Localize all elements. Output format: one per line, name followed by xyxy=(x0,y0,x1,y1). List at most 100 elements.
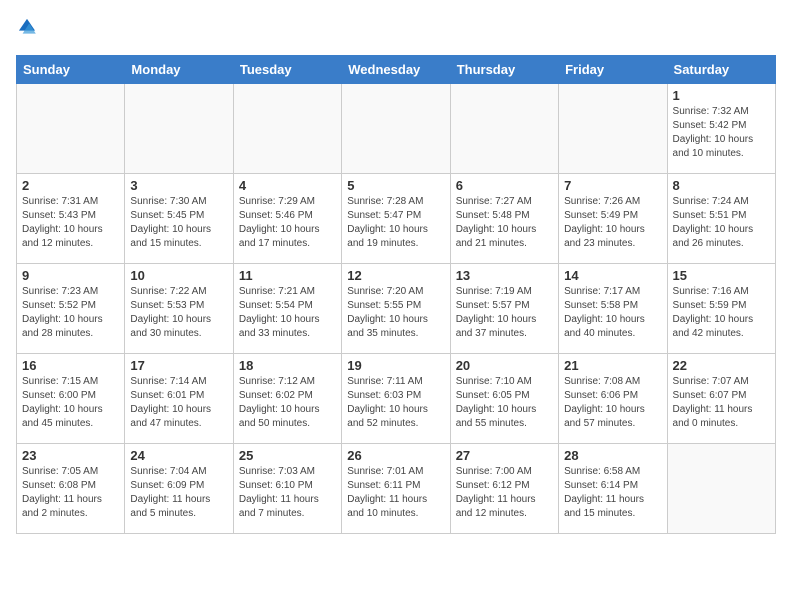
calendar-week-1: 2 Sunrise: 7:31 AM Sunset: 5:43 PM Daylig… xyxy=(17,174,776,264)
calendar-cell: 16 Sunrise: 7:15 AM Sunset: 6:00 PM Dayli… xyxy=(17,354,125,444)
calendar-cell: 13Sunrise: 7:19 AM Sunset: 5:57 PM Dayli… xyxy=(450,264,558,354)
calendar-cell: 4 Sunrise: 7:29 AM Sunset: 5:46 PM Daylig… xyxy=(233,174,341,264)
day-number: 26 xyxy=(347,448,444,463)
calendar-header-row: SundayMondayTuesdayWednesdayThursdayFrid… xyxy=(17,56,776,84)
calendar-cell: 14 Sunrise: 7:17 AM Sunset: 5:58 PM Dayli… xyxy=(559,264,667,354)
calendar-cell xyxy=(559,84,667,174)
calendar-cell: 12 Sunrise: 7:20 AM Sunset: 5:55 PM Dayli… xyxy=(342,264,450,354)
day-number: 3 xyxy=(130,178,227,193)
calendar-header-saturday: Saturday xyxy=(667,56,775,84)
day-info: Sunrise: 7:08 AM Sunset: 6:06 PM Dayligh… xyxy=(564,375,661,431)
calendar-cell: 9 Sunrise: 7:23 AM Sunset: 5:52 PM Daylig… xyxy=(17,264,125,354)
day-number: 20 xyxy=(456,358,553,373)
calendar-cell: 7 Sunrise: 7:26 AM Sunset: 5:49 PM Daylig… xyxy=(559,174,667,264)
calendar-cell xyxy=(450,84,558,174)
day-number: 25 xyxy=(239,448,336,463)
day-number: 19 xyxy=(347,358,444,373)
calendar-cell: 3Sunrise: 7:30 AM Sunset: 5:45 PM Daylig… xyxy=(125,174,233,264)
day-number: 14 xyxy=(564,268,661,283)
calendar-cell: 8 Sunrise: 7:24 AM Sunset: 5:51 PM Daylig… xyxy=(667,174,775,264)
day-info: Sunrise: 7:07 AM Sunset: 6:07 PM Dayligh… xyxy=(673,375,770,431)
day-number: 21 xyxy=(564,358,661,373)
calendar-cell: 15 Sunrise: 7:16 AM Sunset: 5:59 PM Dayli… xyxy=(667,264,775,354)
day-number: 1 xyxy=(673,88,770,103)
day-number: 12 xyxy=(347,268,444,283)
calendar-cell: 5 Sunrise: 7:28 AM Sunset: 5:47 PM Daylig… xyxy=(342,174,450,264)
day-info: Sunrise: 7:23 AM Sunset: 5:52 PM Dayligh… xyxy=(22,285,119,341)
day-number: 17 xyxy=(130,358,227,373)
day-number: 24 xyxy=(130,448,227,463)
day-info: Sunrise: 7:19 AM Sunset: 5:57 PM Dayligh… xyxy=(456,285,553,341)
day-info: Sunrise: 7:29 AM Sunset: 5:46 PM Dayligh… xyxy=(239,195,336,251)
day-info: Sunrise: 7:20 AM Sunset: 5:55 PM Dayligh… xyxy=(347,285,444,341)
day-info: Sunrise: 6:58 AM Sunset: 6:14 PM Dayligh… xyxy=(564,465,661,521)
day-info: Sunrise: 7:05 AM Sunset: 6:08 PM Dayligh… xyxy=(22,465,119,521)
day-number: 2 xyxy=(22,178,119,193)
calendar-header-monday: Monday xyxy=(125,56,233,84)
day-number: 4 xyxy=(239,178,336,193)
day-info: Sunrise: 7:17 AM Sunset: 5:58 PM Dayligh… xyxy=(564,285,661,341)
day-number: 9 xyxy=(22,268,119,283)
day-info: Sunrise: 7:21 AM Sunset: 5:54 PM Dayligh… xyxy=(239,285,336,341)
calendar-header-wednesday: Wednesday xyxy=(342,56,450,84)
day-info: Sunrise: 7:10 AM Sunset: 6:05 PM Dayligh… xyxy=(456,375,553,431)
calendar-cell: 22 Sunrise: 7:07 AM Sunset: 6:07 PM Dayli… xyxy=(667,354,775,444)
calendar-cell: 17 Sunrise: 7:14 AM Sunset: 6:01 PM Dayli… xyxy=(125,354,233,444)
day-info: Sunrise: 7:22 AM Sunset: 5:53 PM Dayligh… xyxy=(130,285,227,341)
calendar-week-2: 9 Sunrise: 7:23 AM Sunset: 5:52 PM Daylig… xyxy=(17,264,776,354)
day-number: 6 xyxy=(456,178,553,193)
day-info: Sunrise: 7:14 AM Sunset: 6:01 PM Dayligh… xyxy=(130,375,227,431)
day-number: 8 xyxy=(673,178,770,193)
calendar-cell: 11 Sunrise: 7:21 AM Sunset: 5:54 PM Dayli… xyxy=(233,264,341,354)
day-info: Sunrise: 7:27 AM Sunset: 5:48 PM Dayligh… xyxy=(456,195,553,251)
logo-icon xyxy=(16,16,38,38)
day-number: 27 xyxy=(456,448,553,463)
calendar-cell: 25 Sunrise: 7:03 AM Sunset: 6:10 PM Dayli… xyxy=(233,444,341,534)
day-info: Sunrise: 7:15 AM Sunset: 6:00 PM Dayligh… xyxy=(22,375,119,431)
calendar-cell: 27 Sunrise: 7:00 AM Sunset: 6:12 PM Dayli… xyxy=(450,444,558,534)
day-info: Sunrise: 7:26 AM Sunset: 5:49 PM Dayligh… xyxy=(564,195,661,251)
calendar-header-friday: Friday xyxy=(559,56,667,84)
calendar-cell xyxy=(233,84,341,174)
day-number: 23 xyxy=(22,448,119,463)
day-number: 7 xyxy=(564,178,661,193)
day-number: 5 xyxy=(347,178,444,193)
calendar-cell: 23 Sunrise: 7:05 AM Sunset: 6:08 PM Dayli… xyxy=(17,444,125,534)
day-info: Sunrise: 7:32 AM Sunset: 5:42 PM Dayligh… xyxy=(673,105,770,161)
day-number: 16 xyxy=(22,358,119,373)
day-number: 11 xyxy=(239,268,336,283)
day-info: Sunrise: 7:00 AM Sunset: 6:12 PM Dayligh… xyxy=(456,465,553,521)
day-info: Sunrise: 7:01 AM Sunset: 6:11 PM Dayligh… xyxy=(347,465,444,521)
calendar-cell: 19 Sunrise: 7:11 AM Sunset: 6:03 PM Dayli… xyxy=(342,354,450,444)
calendar-header-sunday: Sunday xyxy=(17,56,125,84)
day-info: Sunrise: 7:31 AM Sunset: 5:43 PM Dayligh… xyxy=(22,195,119,251)
day-info: Sunrise: 7:03 AM Sunset: 6:10 PM Dayligh… xyxy=(239,465,336,521)
calendar-week-0: 1 Sunrise: 7:32 AM Sunset: 5:42 PM Daylig… xyxy=(17,84,776,174)
calendar-cell: 10 Sunrise: 7:22 AM Sunset: 5:53 PM Dayli… xyxy=(125,264,233,354)
day-number: 22 xyxy=(673,358,770,373)
day-info: Sunrise: 7:12 AM Sunset: 6:02 PM Dayligh… xyxy=(239,375,336,431)
calendar-cell: 18 Sunrise: 7:12 AM Sunset: 6:02 PM Dayli… xyxy=(233,354,341,444)
day-info: Sunrise: 7:11 AM Sunset: 6:03 PM Dayligh… xyxy=(347,375,444,431)
calendar-week-4: 23 Sunrise: 7:05 AM Sunset: 6:08 PM Dayli… xyxy=(17,444,776,534)
calendar-cell xyxy=(125,84,233,174)
calendar-cell: 28 Sunrise: 6:58 AM Sunset: 6:14 PM Dayli… xyxy=(559,444,667,534)
day-info: Sunrise: 7:24 AM Sunset: 5:51 PM Dayligh… xyxy=(673,195,770,251)
page-header xyxy=(16,16,776,43)
logo xyxy=(16,16,40,43)
calendar-header-tuesday: Tuesday xyxy=(233,56,341,84)
calendar-table: SundayMondayTuesdayWednesdayThursdayFrid… xyxy=(16,55,776,534)
day-number: 18 xyxy=(239,358,336,373)
day-info: Sunrise: 7:16 AM Sunset: 5:59 PM Dayligh… xyxy=(673,285,770,341)
calendar-cell xyxy=(667,444,775,534)
day-number: 10 xyxy=(130,268,227,283)
calendar-cell xyxy=(342,84,450,174)
calendar-cell: 1 Sunrise: 7:32 AM Sunset: 5:42 PM Daylig… xyxy=(667,84,775,174)
day-number: 28 xyxy=(564,448,661,463)
day-number: 15 xyxy=(673,268,770,283)
calendar-cell: 26 Sunrise: 7:01 AM Sunset: 6:11 PM Dayli… xyxy=(342,444,450,534)
calendar-header-thursday: Thursday xyxy=(450,56,558,84)
day-info: Sunrise: 7:28 AM Sunset: 5:47 PM Dayligh… xyxy=(347,195,444,251)
calendar-week-3: 16 Sunrise: 7:15 AM Sunset: 6:00 PM Dayli… xyxy=(17,354,776,444)
calendar-cell: 6 Sunrise: 7:27 AM Sunset: 5:48 PM Daylig… xyxy=(450,174,558,264)
